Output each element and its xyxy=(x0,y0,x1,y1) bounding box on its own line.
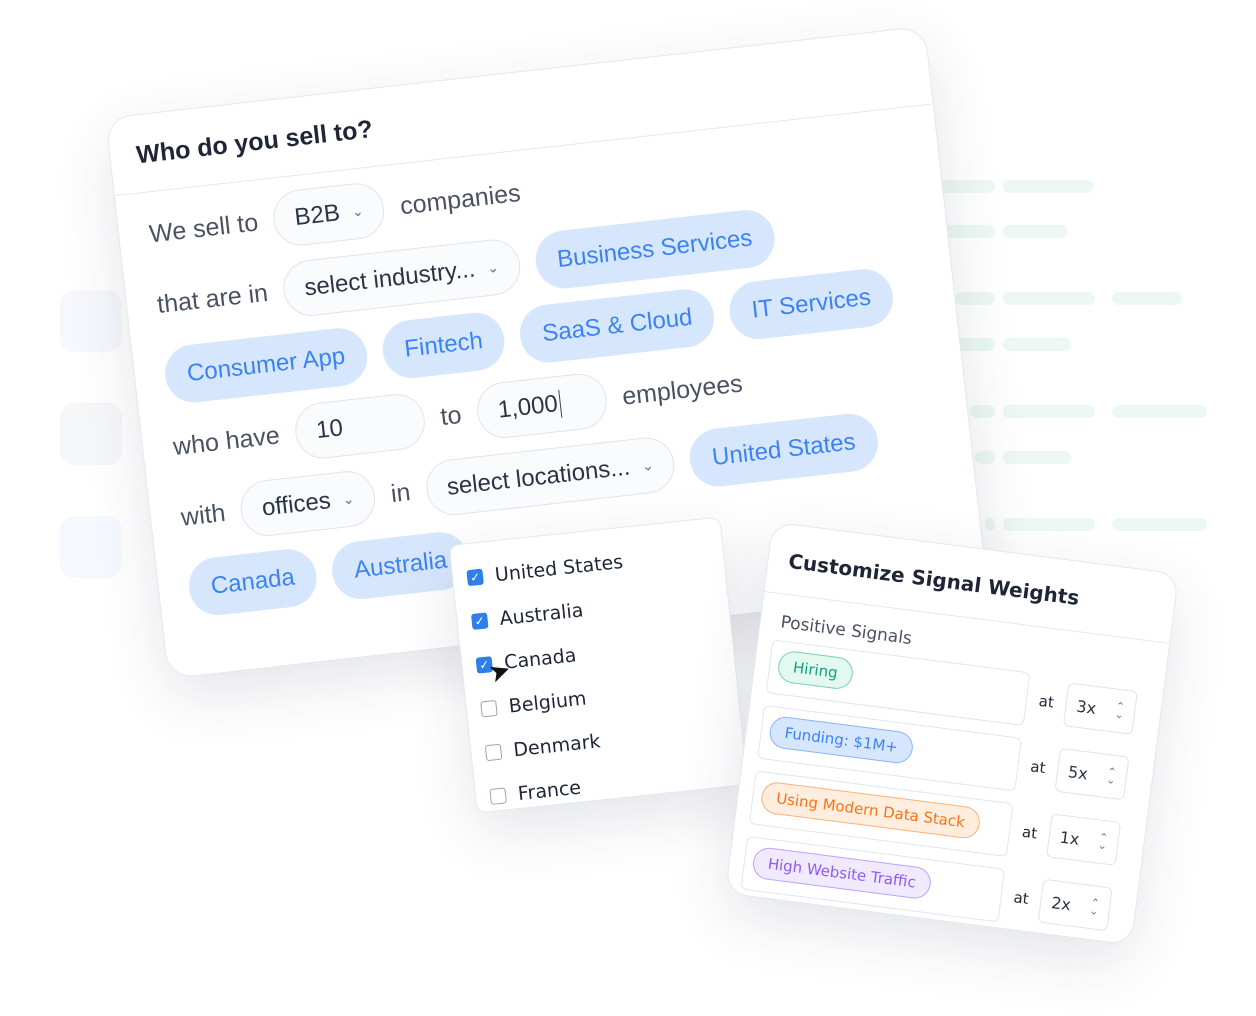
background-bar xyxy=(1003,405,1095,418)
location-chip[interactable]: Canada xyxy=(185,546,320,619)
signal-weights-card: Customize Signal Weights Positive Signal… xyxy=(724,521,1180,946)
weight-value: 1x xyxy=(1058,827,1081,849)
weight-stepper[interactable]: 5x ⌃ ⌄ xyxy=(1054,747,1130,801)
label: with xyxy=(179,498,227,532)
weight-value: 2x xyxy=(1050,892,1073,914)
up-down-chevron-icon[interactable]: ⌃ ⌄ xyxy=(1105,765,1117,787)
weight-value: 3x xyxy=(1075,696,1098,718)
signal-tag: Hiring xyxy=(776,649,855,691)
checkbox-checked[interactable]: ✓ xyxy=(470,612,489,630)
option-label: Canada xyxy=(503,644,578,674)
at-label: at xyxy=(1012,888,1030,909)
up-down-chevron-icon[interactable]: ⌃ ⌄ xyxy=(1097,831,1109,853)
bolt-icon xyxy=(60,516,122,578)
app-icon xyxy=(60,290,122,352)
label: We sell to xyxy=(147,207,260,248)
option-label: France xyxy=(516,776,583,806)
label: that are in xyxy=(155,278,270,319)
weight-stepper[interactable]: 3x ⌃ ⌄ xyxy=(1062,682,1138,735)
label: who have xyxy=(171,420,282,461)
industry-chip[interactable]: SaaS & Cloud xyxy=(517,286,718,366)
option-label: United States xyxy=(493,550,625,587)
industry-chip[interactable]: Business Services xyxy=(532,207,778,292)
company-type-select[interactable]: B2B ⌄ xyxy=(270,180,388,249)
industry-chip[interactable]: Consumer App xyxy=(162,325,371,406)
weight-stepper[interactable]: 2x ⌃ ⌄ xyxy=(1037,878,1113,932)
sparkle-icon xyxy=(60,403,122,465)
background-bar xyxy=(940,180,995,193)
select-placeholder: select industry... xyxy=(302,255,477,302)
background-bar xyxy=(1003,225,1068,238)
background-bar xyxy=(955,292,995,305)
option-label: Denmark xyxy=(512,730,602,762)
label: in xyxy=(389,477,412,508)
checkbox[interactable] xyxy=(484,743,503,762)
background-bar xyxy=(1112,518,1207,531)
label: to xyxy=(438,400,463,431)
background-bar xyxy=(970,405,995,418)
max-employees-input[interactable]: 1,000 xyxy=(474,370,610,441)
up-down-chevron-icon[interactable]: ⌃ ⌄ xyxy=(1114,700,1126,722)
up-down-chevron-icon[interactable]: ⌃ ⌄ xyxy=(1089,896,1101,918)
at-label: at xyxy=(1037,691,1055,712)
select-value: B2B xyxy=(293,199,342,232)
at-label: at xyxy=(1020,822,1039,843)
signal-tag: Using Modern Data Stack xyxy=(759,780,982,841)
input-value: 1,000 xyxy=(496,390,560,424)
chevron-down-icon: ⌄ xyxy=(641,456,655,474)
signal-tag: High Website Traffic xyxy=(751,845,933,901)
weight-value: 5x xyxy=(1067,761,1089,783)
background-bar xyxy=(1003,338,1071,351)
chevron-down-icon: ⌄ xyxy=(341,489,356,508)
chevron-down-icon: ⌄ xyxy=(486,258,500,276)
background-bar xyxy=(975,451,995,464)
select-placeholder: select locations... xyxy=(445,453,632,501)
industry-select[interactable]: select industry... ⌄ xyxy=(280,236,523,319)
min-employees-input[interactable]: 10 xyxy=(292,391,428,462)
option-label: Belgium xyxy=(507,687,588,718)
label: employees xyxy=(620,368,744,411)
checkbox[interactable] xyxy=(480,699,498,718)
select-value: offices xyxy=(260,487,333,522)
industry-chip[interactable]: IT Services xyxy=(726,266,896,343)
location-chip[interactable]: United States xyxy=(687,410,881,490)
background-bar xyxy=(1003,292,1095,305)
presence-select[interactable]: offices ⌄ xyxy=(238,468,379,539)
background-bar xyxy=(1003,180,1093,193)
at-label: at xyxy=(1029,757,1047,778)
background-bar xyxy=(1112,405,1207,418)
signal-list: Hiring at 3x ⌃ ⌄ Funding: $1M+ at 5x ⌃ ⌄ Using… xyxy=(727,638,1164,940)
input-value: 10 xyxy=(314,414,345,445)
background-bar xyxy=(1003,451,1071,464)
background-bar xyxy=(1003,518,1095,531)
checkbox[interactable] xyxy=(489,787,507,805)
signal-tag: Funding: $1M+ xyxy=(767,714,915,765)
location-select[interactable]: select locations... ⌄ xyxy=(423,434,678,519)
weight-stepper[interactable]: 1x ⌃ ⌄ xyxy=(1046,813,1122,866)
label: companies xyxy=(398,178,522,220)
checkbox-checked[interactable]: ✓ xyxy=(466,568,484,587)
chevron-down-icon: ⌄ xyxy=(350,202,365,220)
background-bar xyxy=(985,518,995,531)
background-bar xyxy=(1112,292,1182,305)
industry-chip[interactable]: Fintech xyxy=(379,309,508,382)
option-label: Australia xyxy=(498,599,585,631)
